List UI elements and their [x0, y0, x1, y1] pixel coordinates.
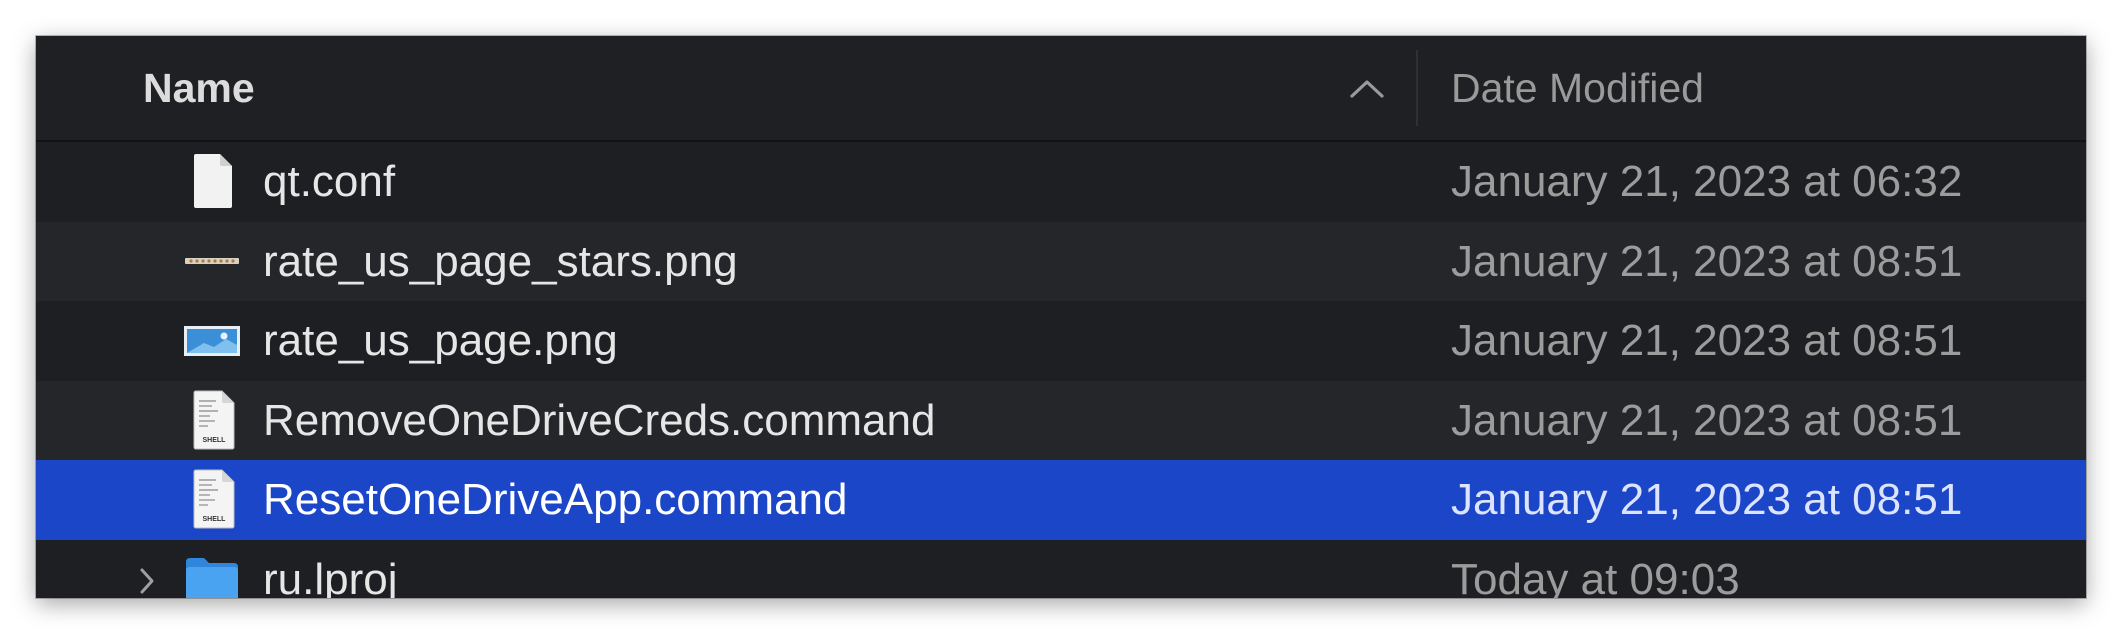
file-list: qt.conf January 21, 2023 at 06:32 rate_u… — [36, 142, 2086, 598]
file-row-rate-us-page-png[interactable]: rate_us_page.png January 21, 2023 at 08:… — [36, 301, 2086, 381]
file-date-modified: January 21, 2023 at 08:51 — [1451, 475, 1963, 524]
chevron-right-icon[interactable] — [136, 564, 158, 598]
file-row-rate-us-page-stars-png[interactable]: rate_us_page_stars.png January 21, 2023 … — [36, 221, 2086, 301]
svg-text:SHELL: SHELL — [203, 437, 227, 444]
file-date-modified: January 21, 2023 at 06:32 — [1451, 157, 1963, 206]
file-date-modified: January 21, 2023 at 08:51 — [1451, 236, 1963, 286]
file-name: qt.conf — [263, 157, 396, 206]
file-name: RemoveOneDriveCreds.command — [263, 395, 936, 445]
name-column-header[interactable]: Name — [143, 36, 255, 140]
file-name: rate_us_page.png — [263, 316, 618, 365]
chevron-up-icon[interactable] — [1348, 76, 1386, 100]
shell-script-icon: SHELL — [193, 469, 235, 529]
file-row-remove-onedrive-creds-command[interactable]: SHELL RemoveOneDriveCreds.command Januar… — [36, 380, 2086, 460]
date-modified-column-header[interactable]: Date Modified — [1451, 36, 1704, 140]
file-date-modified: Today at 09:03 — [1451, 554, 1740, 599]
file-name: ResetOneDriveApp.command — [263, 475, 848, 524]
image-icon — [184, 326, 240, 356]
file-name: rate_us_page_stars.png — [263, 236, 738, 286]
finder-list-window: Name Date Modified qt.conf January 21, 2… — [36, 36, 2086, 598]
file-row-qt-conf[interactable]: qt.conf January 21, 2023 at 06:32 — [36, 142, 2086, 222]
file-date-modified: January 21, 2023 at 08:51 — [1451, 316, 1963, 365]
file-row-ru-lproj[interactable]: ru.lproj Today at 09:03 — [36, 539, 2086, 599]
file-row-reset-onedrive-app-command[interactable]: SHELL ResetOneDriveApp.command January 2… — [36, 460, 2086, 540]
file-date-modified: January 21, 2023 at 08:51 — [1451, 395, 1963, 445]
document-icon — [194, 154, 232, 208]
column-divider[interactable] — [1416, 50, 1418, 126]
folder-icon — [186, 557, 238, 598]
list-header: Name Date Modified — [36, 36, 2086, 142]
image-stars-icon — [185, 257, 239, 264]
shell-script-icon: SHELL — [193, 390, 235, 449]
svg-text:SHELL: SHELL — [203, 516, 227, 523]
file-name: ru.lproj — [263, 554, 398, 599]
